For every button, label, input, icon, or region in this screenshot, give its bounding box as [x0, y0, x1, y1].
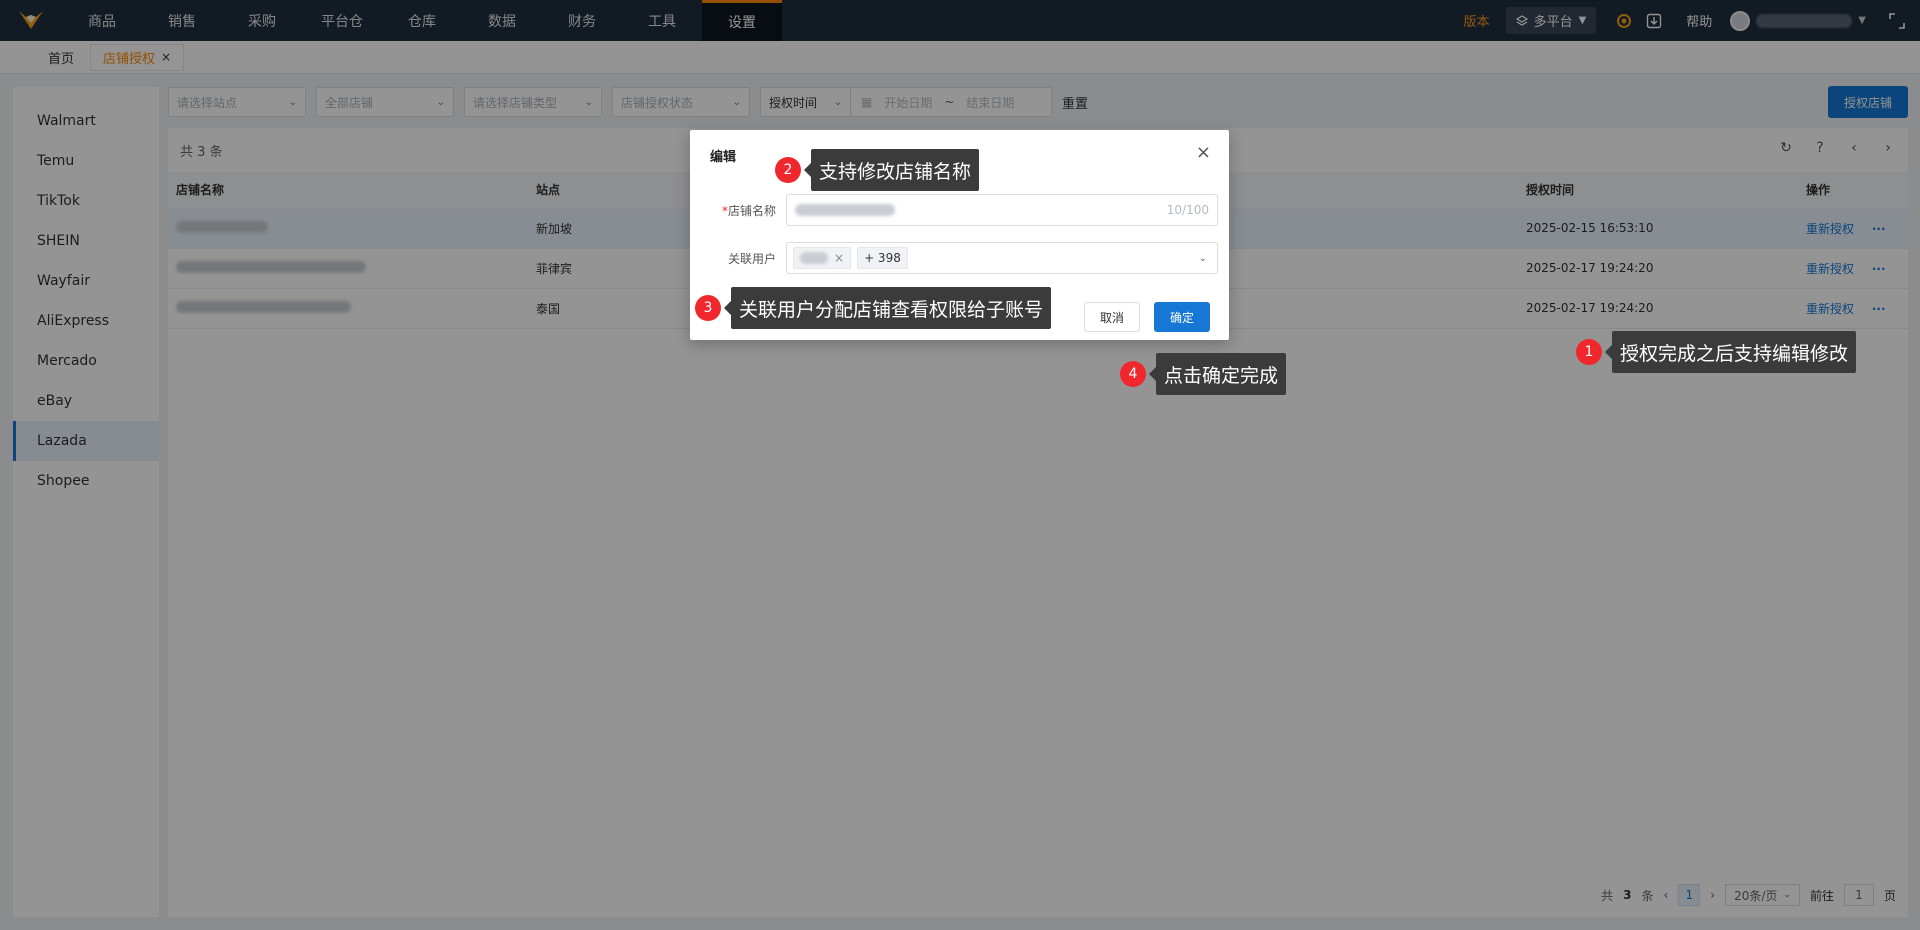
close-icon[interactable]: ×	[1196, 142, 1211, 163]
callout-3: 3 关联用户分配店铺查看权限给子账号	[695, 287, 1052, 329]
user-tag: ×	[793, 247, 852, 269]
shop-name-input[interactable]: 10/100	[786, 194, 1218, 226]
linked-users-label: 关联用户	[727, 251, 776, 266]
step-badge: 4	[1120, 361, 1146, 387]
cancel-button[interactable]: 取消	[1084, 302, 1140, 332]
chevron-down-icon: ⌄	[1198, 252, 1207, 264]
shop-name-row: *店铺名称 10/100	[710, 194, 1218, 226]
user-tag-redacted	[800, 252, 828, 264]
step-badge: 2	[775, 157, 801, 183]
shop-name-label: *店铺名称	[710, 202, 776, 219]
callout-text: 关联用户分配店铺查看权限给子账号	[723, 287, 1052, 329]
linked-users-row: 关联用户 × + 398 ⌄	[710, 242, 1218, 274]
callout-text: 支持修改店铺名称	[803, 149, 980, 191]
callout-1: 1 授权完成之后支持编辑修改	[1576, 331, 1857, 373]
shop-name-value-redacted	[795, 204, 895, 216]
callout-text: 点击确定完成	[1148, 353, 1287, 395]
more-users-tag: + 398	[857, 247, 908, 269]
callout-2: 2 支持修改店铺名称	[775, 149, 980, 191]
step-badge: 1	[1576, 339, 1602, 365]
close-icon[interactable]: ×	[834, 251, 844, 265]
callout-text: 授权完成之后支持编辑修改	[1604, 331, 1857, 373]
linked-users-select[interactable]: × + 398 ⌄	[786, 242, 1218, 274]
char-count: 10/100	[1166, 203, 1209, 217]
confirm-button[interactable]: 确定	[1154, 302, 1210, 332]
dialog-title: 编辑	[710, 150, 737, 165]
step-badge: 3	[695, 295, 721, 321]
callout-4: 4 点击确定完成	[1120, 353, 1287, 395]
shop-name-label-text: 店铺名称	[727, 203, 776, 218]
